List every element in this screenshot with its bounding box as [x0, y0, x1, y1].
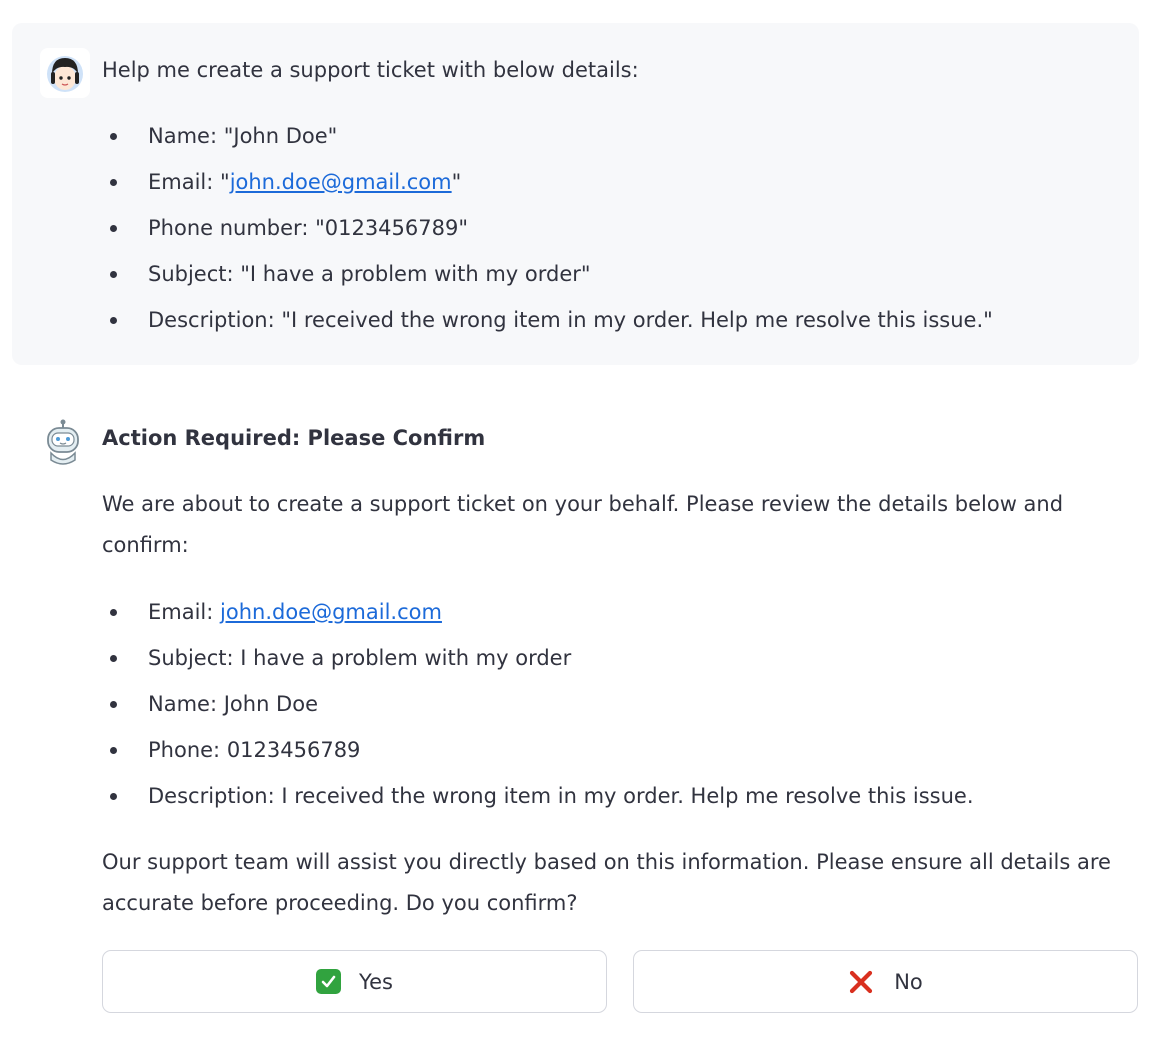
user-avatar-icon	[40, 48, 90, 98]
list-item: Subject: I have a problem with my order	[102, 644, 974, 690]
list-item: Description: I received the wrong item i…	[102, 782, 974, 828]
check-mark-icon	[316, 969, 342, 994]
list-item: Email: "john.doe@gmail.com"	[102, 168, 993, 214]
cross-mark-icon	[848, 969, 874, 995]
list-item: Name: John Doe	[102, 690, 974, 736]
confirmation-details-list: Email: john.doe@gmail.com Subject: I hav…	[102, 598, 974, 828]
no-button[interactable]: No	[633, 950, 1138, 1013]
user-details-list: Name: "John Doe" Email: "john.doe@gmail.…	[102, 122, 993, 352]
robot-avatar-icon	[40, 418, 90, 468]
yes-button-label: Yes	[359, 969, 393, 994]
confirmation-heading: Action Required: Please Confirm	[102, 426, 486, 450]
no-button-label: No	[894, 969, 923, 994]
confirmation-intro: We are about to create a support ticket …	[102, 492, 1064, 557]
email-link[interactable]: john.doe@gmail.com	[230, 170, 452, 194]
confirmation-closing: Our support team will assist you directl…	[102, 850, 1111, 915]
list-item: Subject: "I have a problem with my order…	[102, 260, 993, 306]
list-item: Description: "I received the wrong item …	[102, 306, 993, 352]
email-link[interactable]: john.doe@gmail.com	[220, 600, 442, 624]
list-item: Email: john.doe@gmail.com	[102, 598, 974, 644]
list-item: Phone: 0123456789	[102, 736, 974, 782]
list-item: Name: "John Doe"	[102, 122, 993, 168]
user-message-intro: Help me create a support ticket with bel…	[102, 58, 639, 82]
list-item: Phone number: "0123456789"	[102, 214, 993, 260]
yes-button[interactable]: Yes	[102, 950, 607, 1013]
